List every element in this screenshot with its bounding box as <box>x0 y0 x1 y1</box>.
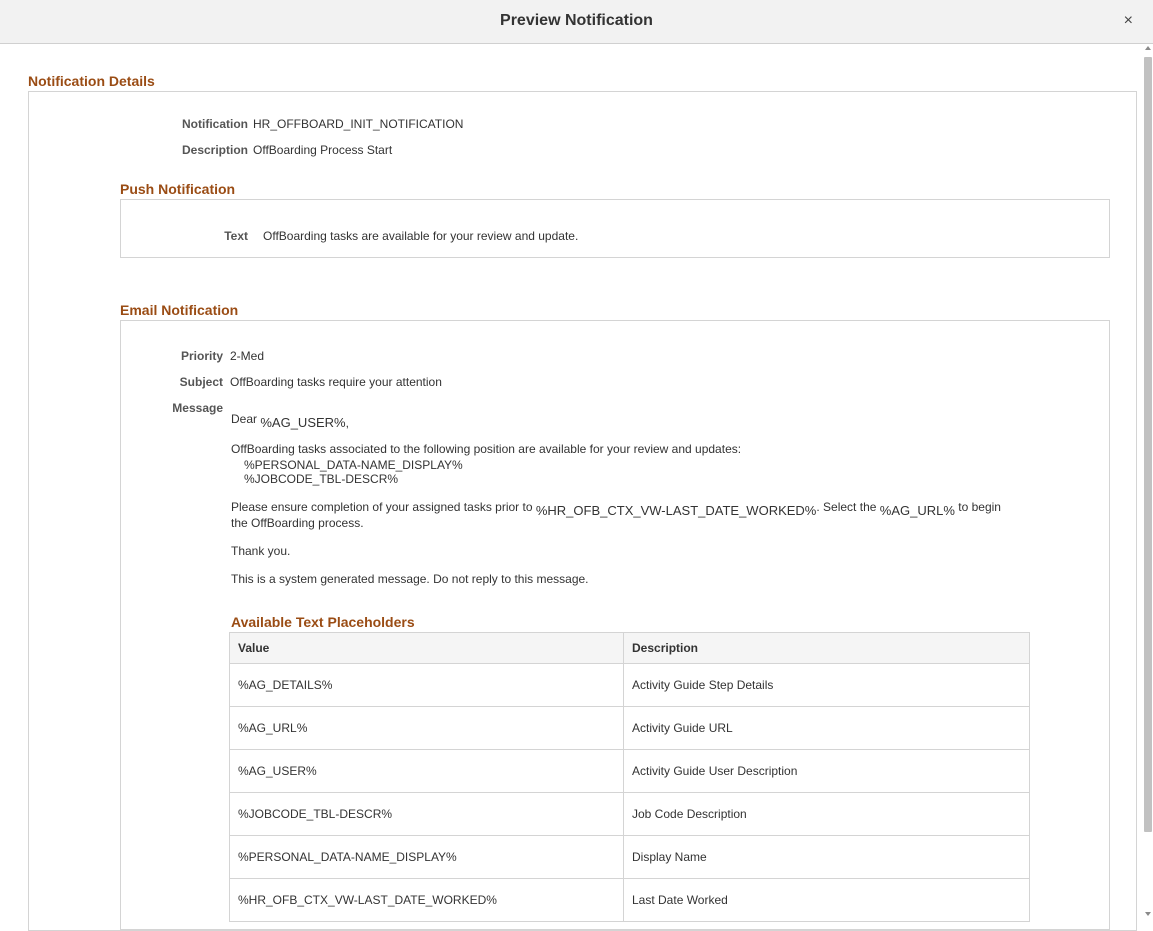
placeholder-description: Activity Guide User Description <box>623 749 1030 793</box>
placeholder-value: %JOBCODE_TBL-DESCR% <box>229 792 624 836</box>
table-header-row: Value Description <box>229 632 1030 664</box>
message-jobcode-token: %JOBCODE_TBL-DESCR% <box>244 472 399 486</box>
message-name-token: %PERSONAL_DATA-NAME_DISPLAY% <box>244 458 463 472</box>
message-label: Message <box>172 401 223 415</box>
email-notification-heading: Email Notification <box>120 302 239 318</box>
scrollbar-thumb[interactable] <box>1144 57 1152 832</box>
greeting-dear: Dear <box>231 412 258 426</box>
table-row: %AG_URL% Activity Guide URL <box>229 706 1030 750</box>
push-notification-heading: Push Notification <box>120 181 236 197</box>
description-value: OffBoarding Process Start <box>253 143 393 157</box>
message-greeting: Dear %AG_USER%, <box>231 412 349 430</box>
placeholder-description: Activity Guide URL <box>623 706 1030 750</box>
column-header-value: Value <box>229 632 624 664</box>
table-row: %HR_OFB_CTX_VW-LAST_DATE_WORKED% Last Da… <box>229 878 1030 922</box>
subject-value: OffBoarding tasks require your attention <box>230 375 442 389</box>
push-text-value: OffBoarding tasks are available for your… <box>263 229 579 243</box>
greeting-user-token: %AG_USER% <box>260 415 346 430</box>
placeholder-description: Display Name <box>623 835 1030 879</box>
scroll-up-arrow-icon[interactable] <box>1145 46 1151 50</box>
notification-label: Notification <box>182 117 248 131</box>
placeholder-value: %HR_OFB_CTX_VW-LAST_DATE_WORKED% <box>229 878 624 922</box>
priority-label: Priority <box>180 349 223 363</box>
dialog-titlebar: Preview Notification × <box>0 0 1153 44</box>
column-header-description: Description <box>623 632 1030 664</box>
placeholder-value: %AG_URL% <box>229 706 624 750</box>
table-row: %PERSONAL_DATA-NAME_DISPLAY% Display Nam… <box>229 835 1030 879</box>
greeting-comma: , <box>345 416 349 430</box>
placeholder-value: %AG_USER% <box>229 749 624 793</box>
notification-value: HR_OFFBOARD_INIT_NOTIFICATION <box>253 117 464 131</box>
message-paragraph-2-cont: the OffBoarding process. <box>231 516 364 530</box>
push-text-label: Text <box>224 229 248 243</box>
para2-text-a: Please ensure completion of your assigne… <box>231 500 533 514</box>
vertical-scrollbar[interactable] <box>1143 44 1153 918</box>
priority-value: 2-Med <box>230 349 265 363</box>
message-footer: This is a system generated message. Do n… <box>231 572 589 586</box>
placeholder-value: %AG_DETAILS% <box>229 663 624 707</box>
table-row: %AG_USER% Activity Guide User Descriptio… <box>229 749 1030 793</box>
close-icon[interactable]: × <box>1124 12 1133 30</box>
message-paragraph-1: OffBoarding tasks associated to the foll… <box>231 442 742 456</box>
dialog-title: Preview Notification <box>500 12 653 29</box>
placeholder-value: %PERSONAL_DATA-NAME_DISPLAY% <box>229 835 624 879</box>
message-thanks: Thank you. <box>231 544 291 558</box>
subject-label: Subject <box>179 375 223 389</box>
placeholders-heading: Available Text Placeholders <box>231 614 415 630</box>
table-row: %JOBCODE_TBL-DESCR% Job Code Description <box>229 792 1030 836</box>
message-paragraph-2: Please ensure completion of your assigne… <box>231 500 1001 518</box>
description-label: Description <box>181 143 248 157</box>
para2-text-b: . Select the <box>816 500 877 514</box>
scroll-down-arrow-icon[interactable] <box>1145 912 1151 916</box>
placeholder-description: Last Date Worked <box>623 878 1030 922</box>
notification-details-heading: Notification Details <box>28 73 155 89</box>
table-row: %AG_DETAILS% Activity Guide Step Details <box>229 663 1030 707</box>
para2-url-token: %AG_URL% <box>879 503 955 518</box>
placeholders-table: Value Description %AG_DETAILS% Activity … <box>229 632 1030 922</box>
placeholder-description: Activity Guide Step Details <box>623 663 1030 707</box>
para2-date-token: %HR_OFB_CTX_VW-LAST_DATE_WORKED% <box>535 503 817 518</box>
placeholder-description: Job Code Description <box>623 792 1030 836</box>
para2-text-c: to begin <box>958 500 1001 514</box>
